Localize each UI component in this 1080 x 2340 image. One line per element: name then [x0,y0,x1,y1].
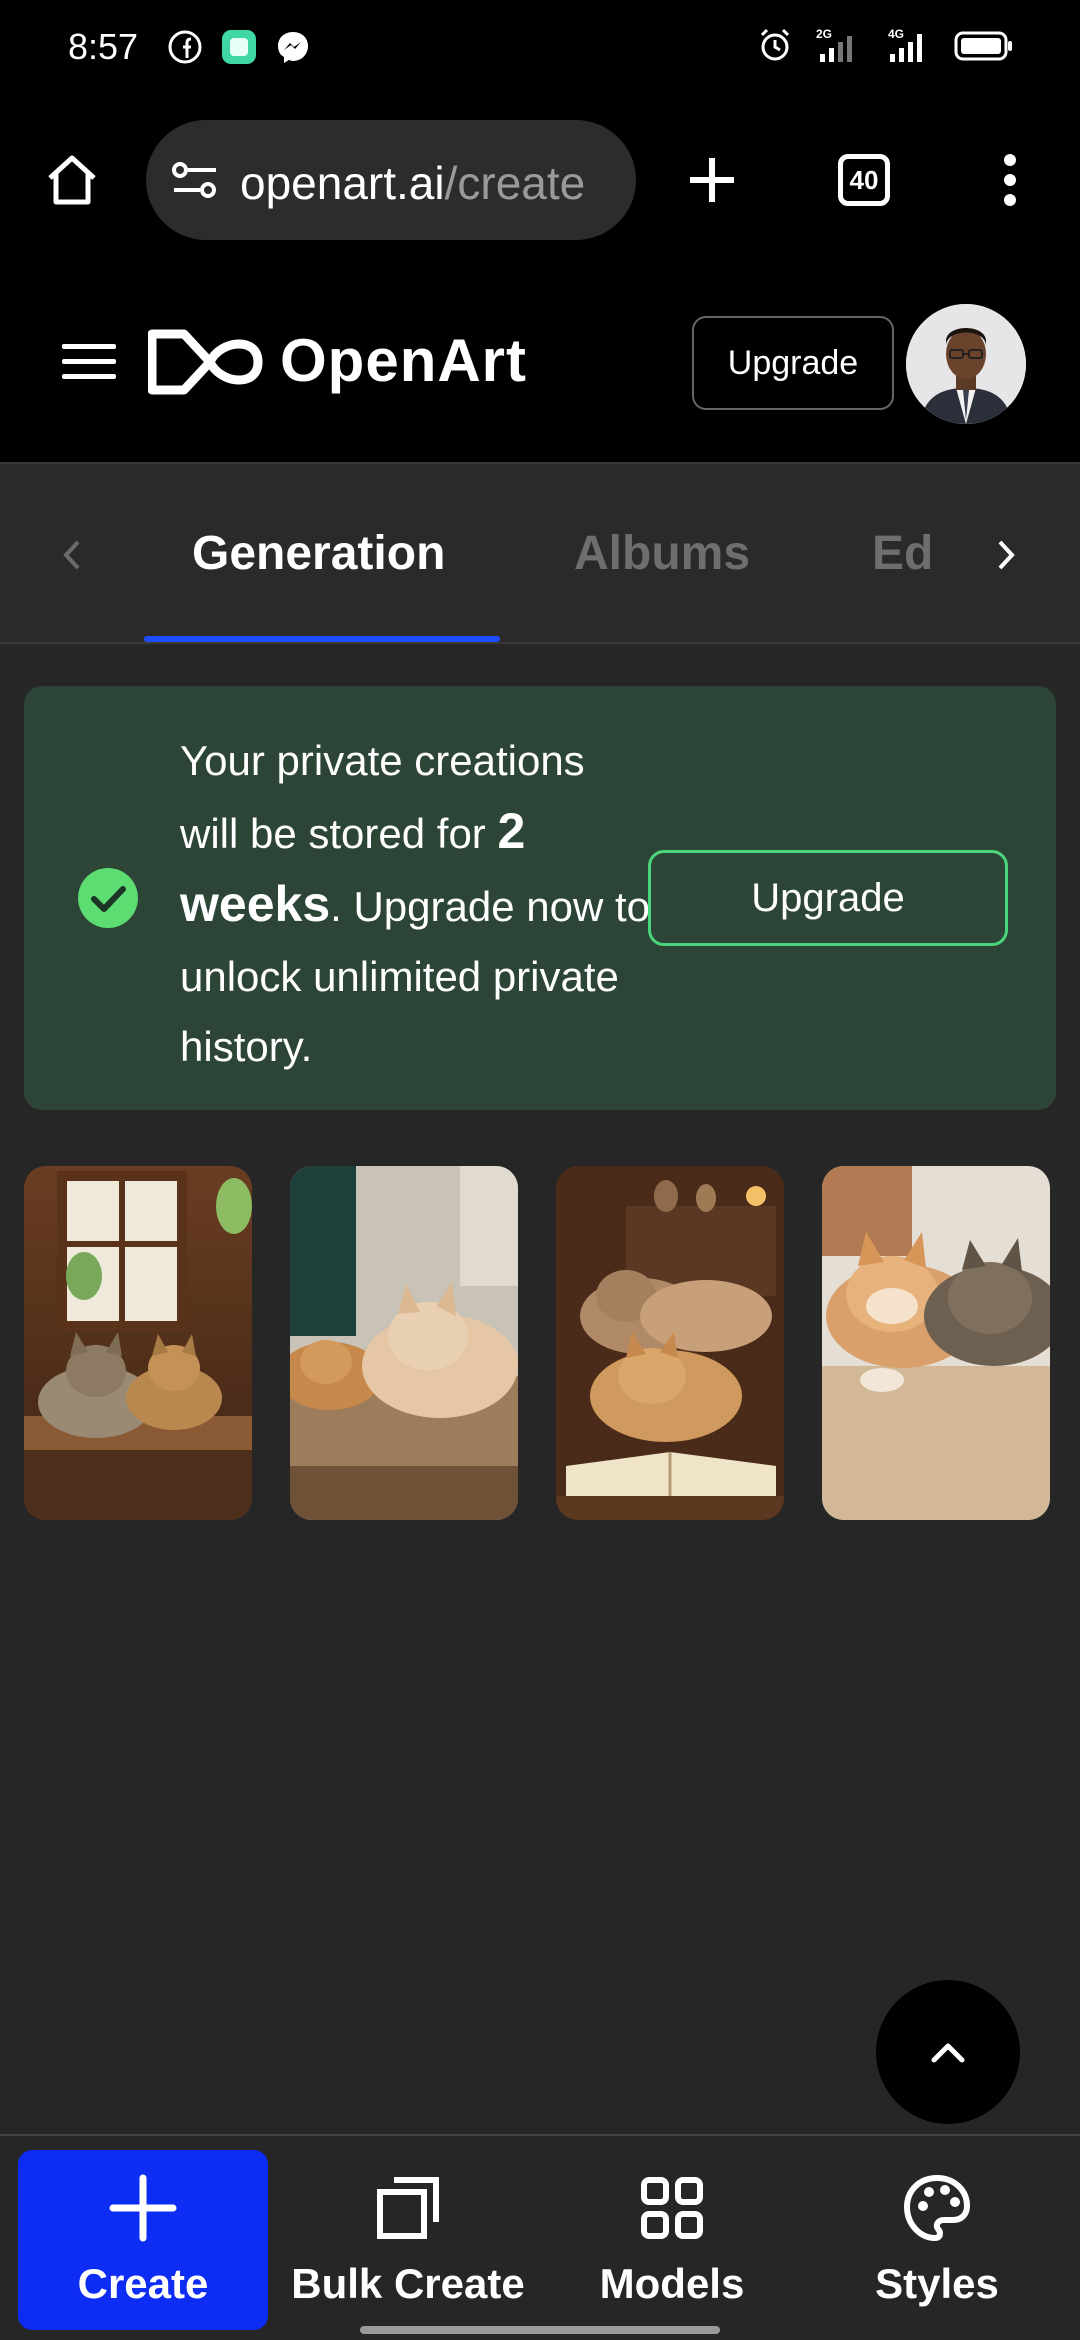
net-4g-label: 4G [888,27,904,41]
home-icon[interactable] [42,150,102,210]
hamburger-menu-icon[interactable] [60,340,118,384]
nav-bulk-create-label: Bulk Create [291,2260,525,2307]
new-tab-icon[interactable] [686,154,738,206]
nav-create-label: Create [77,2260,209,2307]
storage-notice: Your private creations will be stored fo… [24,686,1056,1110]
gallery-image-cats-with-book[interactable] [556,1166,784,1520]
check-circle-icon [78,868,138,928]
stacked-squares-icon [377,2177,439,2239]
plus-icon [109,2174,177,2242]
tabs-scroll-left-icon[interactable] [58,536,84,574]
status-time: 8:57 [68,26,139,67]
tab-switcher-button[interactable]: 40 [838,154,890,206]
gallery-image-cats-by-window[interactable] [24,1166,252,1520]
tabs-scroll-right-icon[interactable] [994,536,1020,574]
tab-bar: Generation Albums Ed [0,462,1080,644]
palette-icon [904,2175,970,2241]
more-menu-icon[interactable] [1000,150,1020,210]
chevron-up-icon [931,2043,965,2063]
bottom-navigation: Create Bulk Create Models Styles [0,2134,1080,2340]
url-path: /create [444,157,586,209]
tab-edit[interactable]: Ed [872,526,933,581]
alarm-icon [760,28,790,61]
nav-create[interactable]: Create [18,2150,268,2330]
nav-bulk-create[interactable]: Bulk Create [286,2150,530,2330]
net-2g-label: 2G [816,27,832,41]
grid-icon [641,2177,703,2239]
avatar[interactable] [906,304,1026,424]
messenger-icon [278,32,308,63]
nav-styles[interactable]: Styles [826,2150,1048,2330]
notice-message: Your private creations will be stored fo… [180,726,650,1082]
url-bar[interactable]: openart.ai/create [146,120,636,240]
app-icon [222,30,256,64]
home-indicator[interactable] [360,2326,720,2334]
url-text: openart.ai/create [240,156,585,210]
tab-albums[interactable]: Albums [574,526,750,581]
facebook-icon [168,30,202,64]
url-domain: openart.ai [240,157,445,209]
generation-gallery [24,1166,1056,1520]
site-settings-icon[interactable] [170,158,220,202]
nav-models-label: Models [599,2260,745,2307]
tab-generation[interactable]: Generation [192,526,445,581]
gallery-image-cats-sleeping-table[interactable] [290,1166,518,1520]
app-header: OpenArt Upgrade [0,260,1080,462]
gallery-image-cats-cuddling[interactable] [822,1166,1050,1520]
2g-signal-icon: 2G [816,27,852,62]
active-tab-indicator [144,636,500,642]
nav-styles-label: Styles [875,2260,999,2307]
notice-upgrade-button[interactable]: Upgrade [648,850,1008,946]
4g-signal-icon: 4G [888,27,922,62]
battery-icon [954,31,1012,61]
header-upgrade-button[interactable]: Upgrade [692,316,894,410]
status-bar: 8:57 2G 4G [0,0,1080,100]
openart-logo-icon[interactable] [148,328,264,396]
browser-toolbar: openart.ai/create 40 [0,100,1080,260]
brand-name[interactable]: OpenArt [280,326,527,395]
scroll-to-top-button[interactable] [876,1980,1020,2124]
nav-models[interactable]: Models [560,2150,784,2330]
